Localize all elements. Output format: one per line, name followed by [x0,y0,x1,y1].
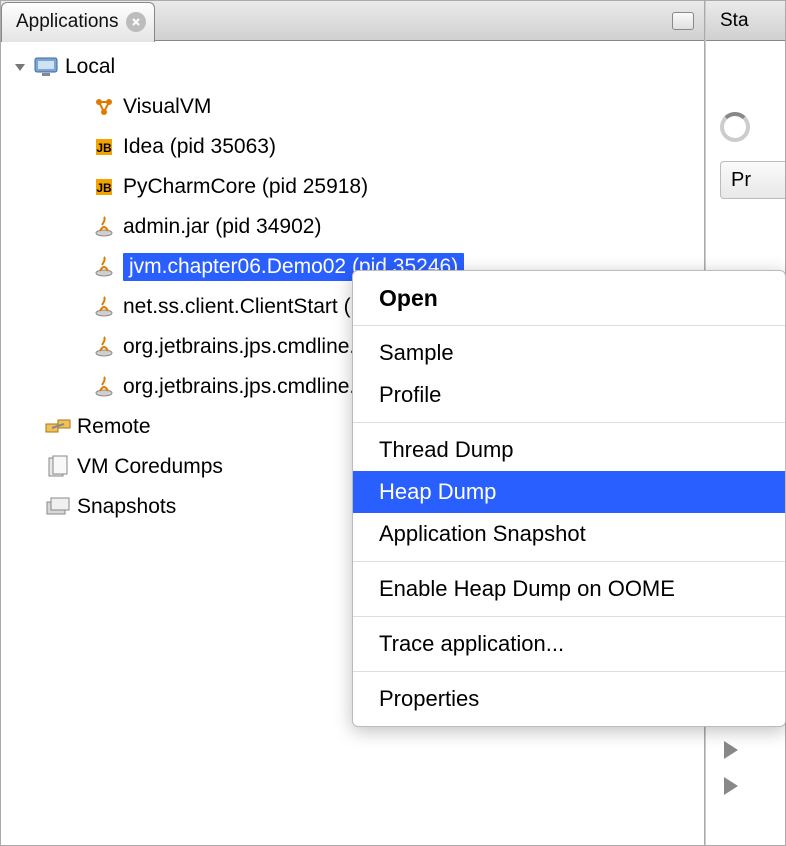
expand-icon[interactable] [724,777,738,795]
subtab-label: Pr [731,169,751,192]
expand-icon[interactable] [724,741,738,759]
context-menu: Open Sample Profile Thread Dump Heap Dum… [352,270,786,727]
tab-bar: Applications [1,1,704,41]
tree-label: VisualVM [123,95,211,119]
menu-separator [353,671,785,672]
menu-sample[interactable]: Sample [353,332,785,374]
menu-separator [353,422,785,423]
menu-label: Trace application... [379,631,564,657]
disclosure-down-icon[interactable] [13,60,27,74]
menu-open[interactable]: Open [353,277,785,319]
snapshot-icon [45,494,71,520]
tree-item-visualvm[interactable]: VisualVM [1,87,704,127]
tree-label: admin.jar (pid 34902) [123,215,321,239]
close-icon[interactable] [126,12,146,32]
monitor-icon [33,54,59,80]
menu-label: Heap Dump [379,479,496,505]
right-tab-label[interactable]: Sta [720,10,749,32]
java-icon [91,334,117,360]
right-subtab[interactable]: Pr [720,161,785,199]
java-icon [91,254,117,280]
jetbrains-icon: JB [91,174,117,200]
tree-label: Remote [77,415,151,439]
tree-label: Local [65,55,115,79]
java-icon [91,214,117,240]
menu-label: Profile [379,382,441,408]
menu-label: Sample [379,340,454,366]
menu-profile[interactable]: Profile [353,374,785,416]
coredump-icon [45,454,71,480]
menu-thread-dump[interactable]: Thread Dump [353,429,785,471]
menu-separator [353,561,785,562]
tree-label: VM Coredumps [77,455,223,479]
tree-item-adminjar[interactable]: admin.jar (pid 34902) [1,207,704,247]
tree-label: Idea (pid 35063) [123,135,276,159]
menu-label: Enable Heap Dump on OOME [379,576,675,602]
svg-text:JB: JB [96,141,112,155]
menu-label: Application Snapshot [379,521,586,547]
tree-item-idea[interactable]: JB Idea (pid 35063) [1,127,704,167]
menu-properties[interactable]: Properties [353,678,785,720]
tree-label: PyCharmCore (pid 25918) [123,175,368,199]
loading-indicator [720,99,785,155]
jetbrains-icon: JB [91,134,117,160]
menu-enable-oome[interactable]: Enable Heap Dump on OOME [353,568,785,610]
right-tabbar: Sta [706,1,785,41]
remote-icon [45,414,71,440]
tree-label: Snapshots [77,495,176,519]
tab-label: Applications [16,11,118,33]
tab-applications[interactable]: Applications [1,2,155,42]
menu-trace[interactable]: Trace application... [353,623,785,665]
menu-heap-dump[interactable]: Heap Dump [353,471,785,513]
java-icon [91,374,117,400]
menu-label: Open [379,285,438,312]
tree-item-pycharm[interactable]: JB PyCharmCore (pid 25918) [1,167,704,207]
svg-text:JB: JB [96,181,112,195]
java-icon [91,294,117,320]
menu-app-snapshot[interactable]: Application Snapshot [353,513,785,555]
spinner-icon [720,112,750,142]
restore-icon[interactable] [672,12,694,30]
menu-label: Thread Dump [379,437,514,463]
visualvm-icon [91,94,117,120]
menu-label: Properties [379,686,479,712]
menu-separator [353,325,785,326]
tree-node-local[interactable]: Local [1,47,704,87]
menu-separator [353,616,785,617]
